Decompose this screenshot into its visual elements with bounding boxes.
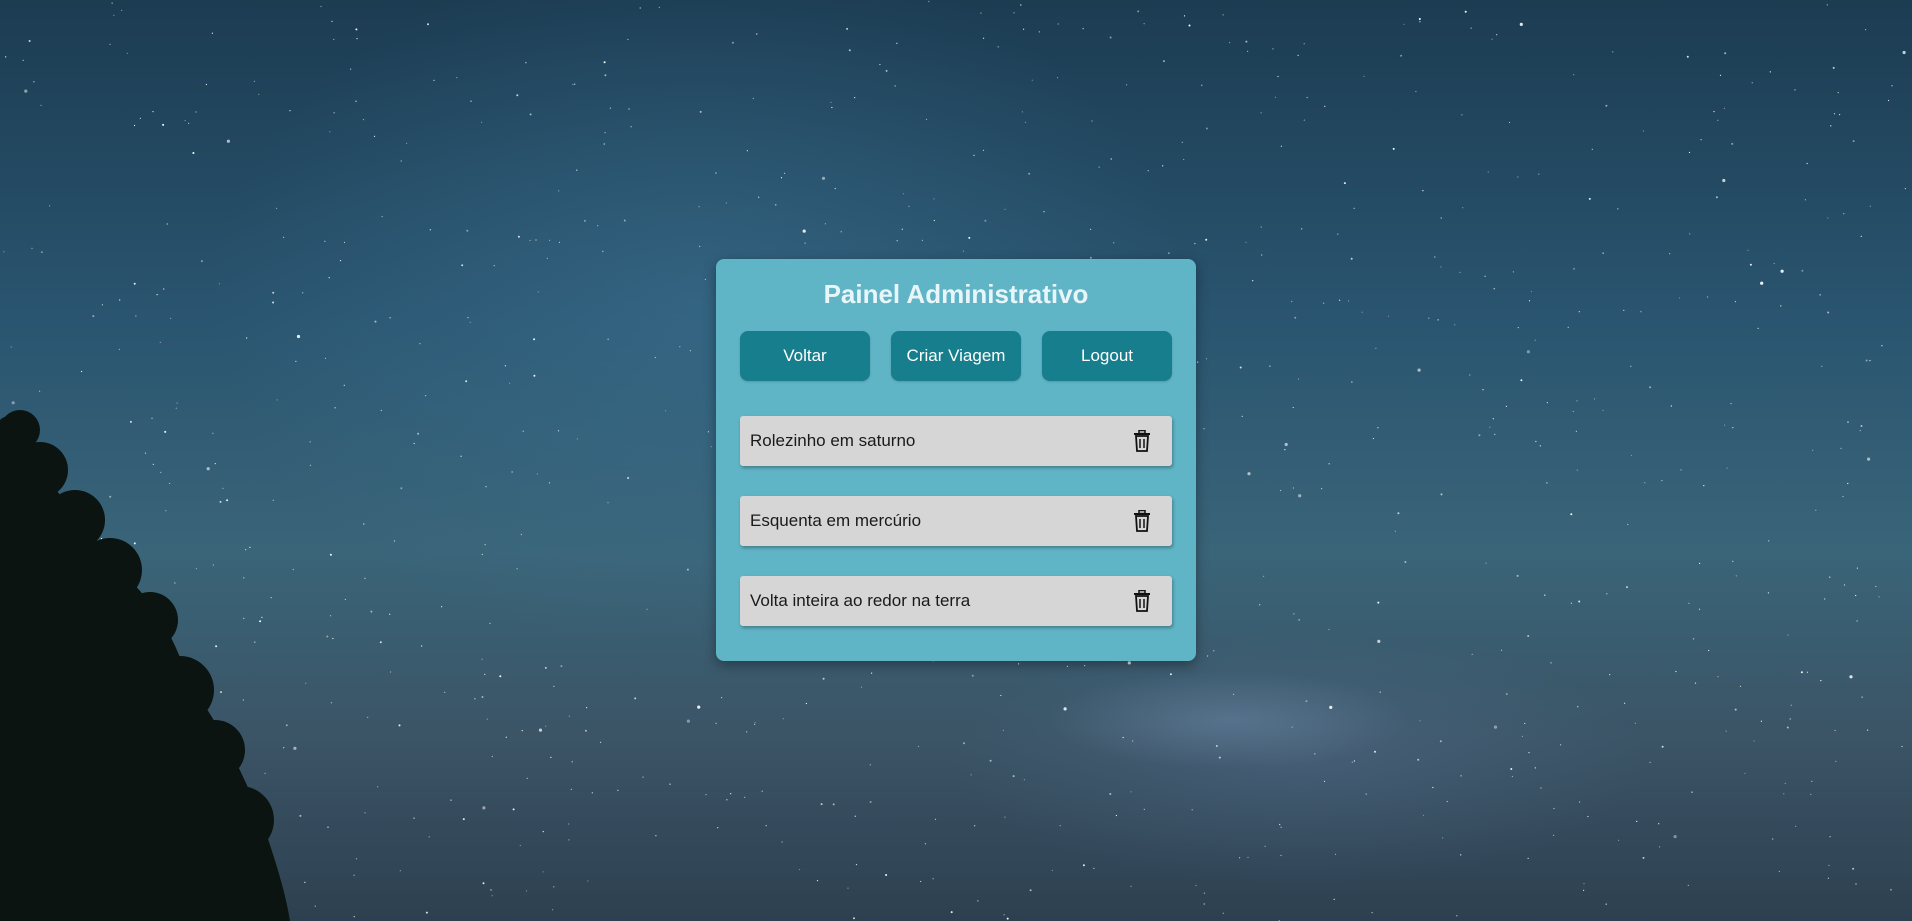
- trash-icon[interactable]: [1132, 590, 1152, 612]
- page-title: Painel Administrativo: [823, 279, 1089, 309]
- trash-icon[interactable]: [1132, 430, 1152, 452]
- admin-panel: Painel Administrativo Voltar Criar Viage…: [716, 259, 1196, 661]
- trip-list-item: Esquenta em mercúrio: [740, 496, 1172, 546]
- trip-list-item: Rolezinho em saturno: [740, 416, 1172, 466]
- action-buttons: Voltar Criar Viagem Logout: [740, 331, 1172, 381]
- trip-name: Esquenta em mercúrio: [750, 511, 922, 530]
- trip-name: Volta inteira ao redor na terra: [750, 591, 971, 610]
- trash-icon[interactable]: [1132, 510, 1152, 532]
- logout-button[interactable]: Logout: [1042, 331, 1172, 381]
- trip-list-item: Volta inteira ao redor na terra: [740, 576, 1172, 626]
- back-button[interactable]: Voltar: [740, 331, 870, 381]
- trip-list: Rolezinho em saturno Esquenta em mercúri…: [740, 416, 1172, 626]
- create-trip-button[interactable]: Criar Viagem: [891, 331, 1021, 381]
- trip-name: Rolezinho em saturno: [750, 431, 916, 450]
